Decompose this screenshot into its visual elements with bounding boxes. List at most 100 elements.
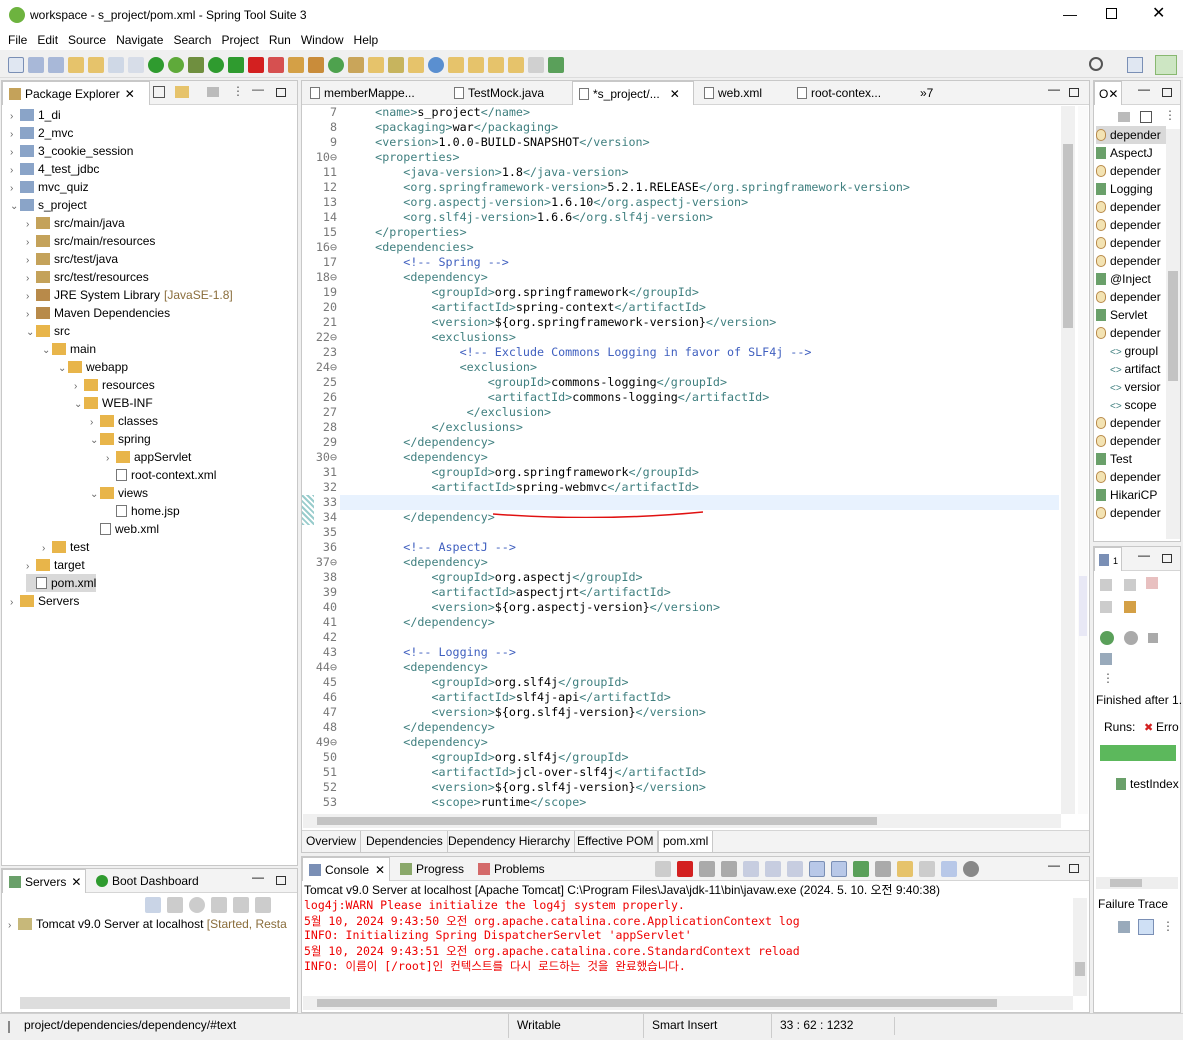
tree-item[interactable]: root-context.xml: [106, 466, 216, 484]
disconnect-icon[interactable]: [268, 57, 284, 73]
settings-gear-icon[interactable]: [963, 861, 979, 877]
maximize-view-icon[interactable]: [1069, 88, 1079, 97]
tree-item[interactable]: ⌄ src: [26, 322, 70, 340]
code-line[interactable]: </properties>: [347, 225, 466, 239]
code-line[interactable]: <!-- AspectJ -->: [347, 540, 516, 554]
chevron-down-icon[interactable]: ⌄: [74, 396, 84, 414]
code-line[interactable]: <version>${org.aspectj-version}</version…: [347, 600, 720, 614]
menu-navigate[interactable]: Navigate: [111, 30, 168, 50]
tree-item[interactable]: › Servers: [10, 592, 79, 610]
highlight-icon[interactable]: [941, 861, 957, 877]
filter-icon[interactable]: [1118, 112, 1130, 122]
junit-horizontal-scrollbar[interactable]: [1096, 877, 1178, 889]
outline-item[interactable]: depender: [1096, 162, 1166, 180]
tree-item[interactable]: › 2_mvc: [10, 124, 73, 142]
editor-horizontal-scrollbar[interactable]: [303, 814, 1061, 828]
menu-source[interactable]: Source: [63, 30, 111, 50]
outline-item[interactable]: depender: [1096, 414, 1166, 432]
pin-console-icon[interactable]: [853, 861, 869, 877]
tree-item[interactable]: ⌄ webapp: [58, 358, 128, 376]
code-line[interactable]: <groupId>org.springframework</groupId>: [347, 285, 698, 299]
editor-vertical-scrollbar[interactable]: [1061, 106, 1075, 814]
code-line[interactable]: <java-version>1.8</java-version>: [347, 165, 628, 179]
outline-item[interactable]: Test: [1096, 450, 1166, 468]
pom-page-tab[interactable]: Dependencies: [362, 831, 448, 852]
code-line[interactable]: <version>${org.springframework-version}<…: [347, 315, 776, 329]
outline-item[interactable]: <> versior: [1110, 378, 1166, 396]
run-icon[interactable]: [208, 57, 224, 73]
chevron-down-icon[interactable]: ⌄: [58, 360, 68, 378]
console-vertical-scrollbar[interactable]: [1073, 898, 1087, 996]
menu-help[interactable]: Help: [349, 30, 384, 50]
outline-item[interactable]: depender: [1096, 198, 1166, 216]
code-line[interactable]: <artifactId>spring-webmvc</artifactId>: [347, 480, 698, 494]
outline-item[interactable]: Logging: [1096, 180, 1166, 198]
tree-item[interactable]: ⌄ main: [42, 340, 96, 358]
profile-server-icon[interactable]: [211, 897, 227, 913]
code-line[interactable]: <!-- Spring -->: [347, 255, 509, 269]
code-line[interactable]: <groupId>org.aspectj</groupId>: [347, 570, 642, 584]
prev-failure-icon[interactable]: [1124, 579, 1136, 591]
terminate-icon[interactable]: [677, 861, 693, 877]
minimize-view-icon[interactable]: —: [1048, 858, 1060, 872]
outline-vertical-scrollbar[interactable]: [1166, 129, 1180, 539]
clear-console-icon[interactable]: [743, 861, 759, 877]
maximize-view-icon[interactable]: [276, 876, 286, 885]
maximize-view-icon[interactable]: [1069, 864, 1079, 873]
scrollbar-thumb[interactable]: [1110, 879, 1142, 887]
menu-window[interactable]: Window: [296, 30, 349, 50]
minimize-view-icon[interactable]: —: [252, 870, 264, 884]
forward-icon[interactable]: [528, 57, 544, 73]
collapse-all-icon[interactable]: [1140, 111, 1152, 123]
search-folder-icon[interactable]: [408, 57, 424, 73]
remove-all-icon[interactable]: [721, 861, 737, 877]
tree-item[interactable]: › classes: [90, 412, 158, 430]
task-icon[interactable]: [388, 57, 404, 73]
code-line[interactable]: </dependency>: [347, 720, 494, 734]
close-icon[interactable]: ✕: [1108, 87, 1118, 101]
code-line[interactable]: </exclusions>: [347, 420, 522, 434]
menu-run[interactable]: Run: [264, 30, 296, 50]
scrollbar-thumb[interactable]: [1075, 962, 1085, 976]
pom-page-tab[interactable]: pom.xml: [658, 831, 714, 852]
show-stderr-icon[interactable]: [831, 861, 847, 877]
new-icon[interactable]: [8, 57, 24, 73]
collapse-icon[interactable]: [145, 897, 161, 913]
outline-item[interactable]: depender: [1096, 504, 1166, 522]
outline-item[interactable]: HikariCP: [1096, 486, 1166, 504]
filter-icon[interactable]: [207, 87, 219, 97]
code-line[interactable]: <dependency>: [347, 450, 487, 464]
code-line[interactable]: <scope>runtime</scope>: [347, 795, 586, 809]
editor-tab[interactable]: »7: [914, 81, 944, 105]
outline-item[interactable]: <> scope: [1110, 396, 1166, 414]
chevron-down-icon[interactable]: ⌄: [42, 342, 52, 360]
code-line[interactable]: <org.slf4j-version>1.6.6</org.slf4j-vers…: [347, 210, 713, 224]
open-console-icon[interactable]: [897, 861, 913, 877]
clear-icon[interactable]: [655, 861, 671, 877]
tree-item[interactable]: web.xml: [90, 520, 159, 538]
code-line[interactable]: <version>${org.slf4j-version}</version>: [347, 705, 705, 719]
minimize-view-icon[interactable]: —: [1048, 82, 1060, 96]
code-line[interactable]: <groupId>org.springframework</groupId>: [347, 465, 698, 479]
view-menu-icon[interactable]: ⋮: [1162, 919, 1174, 933]
minimize-view-icon[interactable]: —: [1138, 82, 1150, 96]
code-line[interactable]: </dependency>: [347, 615, 494, 629]
code-line[interactable]: <dependency>: [347, 735, 487, 749]
code-line[interactable]: <artifactId>commons-logging</artifactId>: [347, 390, 770, 404]
lock-icon[interactable]: [1124, 601, 1136, 613]
chevron-right-icon[interactable]: ›: [10, 594, 20, 612]
tree-item[interactable]: ⌄ views: [90, 484, 148, 502]
rerun-failed-icon[interactable]: [1124, 631, 1138, 645]
code-line[interactable]: <version>1.0.0-BUILD-SNAPSHOT</version>: [347, 135, 649, 149]
copy-icon[interactable]: [919, 861, 935, 877]
back-icon[interactable]: [508, 57, 524, 73]
tree-item[interactable]: › Maven Dependencies: [26, 304, 170, 322]
globe-icon[interactable]: [428, 57, 444, 73]
tree-item[interactable]: › src/main/java: [26, 214, 125, 232]
tree-item[interactable]: › mvc_quiz: [10, 178, 89, 196]
chevron-down-icon[interactable]: ⌄: [90, 486, 100, 504]
history-dropdown-icon[interactable]: [1100, 653, 1112, 665]
code-line[interactable]: <version>${org.slf4j-version}</version>: [347, 780, 705, 794]
history-icon[interactable]: [1100, 601, 1112, 613]
code-line[interactable]: <org.springframework-version>5.2.1.RELEA…: [347, 180, 910, 194]
